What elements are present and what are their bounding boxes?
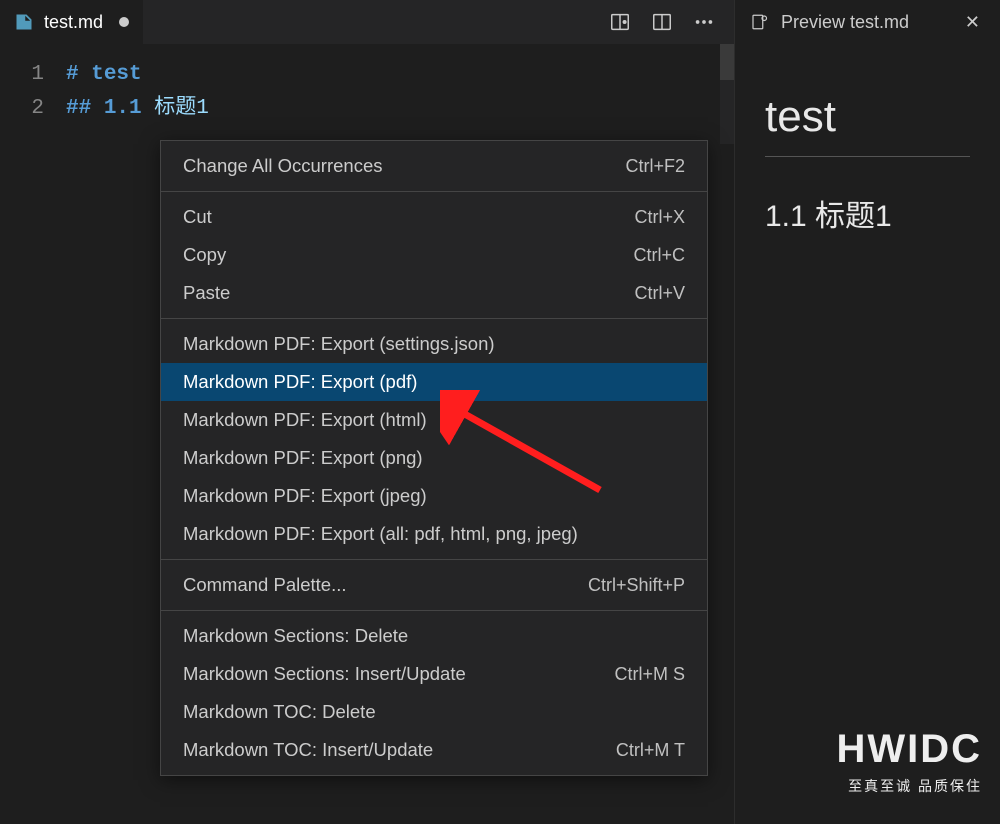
context-menu-shortcut: Ctrl+Shift+P — [588, 575, 685, 596]
line-number: 2 — [0, 92, 44, 126]
context-menu-separator — [161, 610, 707, 611]
context-menu-label: Markdown Sections: Insert/Update — [183, 663, 466, 685]
preview-divider — [765, 156, 970, 157]
watermark: HWIDC 至真至诚 品质保住 — [836, 727, 982, 796]
editor-tab-bar: test.md — [0, 0, 734, 44]
context-menu-item[interactable]: Markdown TOC: Insert/Update Ctrl+M T — [161, 731, 707, 769]
watermark-subtext: 至真至诚 品质保住 — [836, 776, 982, 796]
markdown-preview: test 1.1 标题1 — [735, 44, 1000, 235]
context-menu-item[interactable]: Markdown Sections: Delete — [161, 617, 707, 655]
code-editor[interactable]: 1 2 # test ## 1.1 标题1 — [0, 44, 734, 126]
preview-tab[interactable]: Preview test.md ✕ — [735, 0, 1000, 44]
code-lines: # test ## 1.1 标题1 — [66, 58, 734, 126]
context-menu-label: Cut — [183, 206, 212, 228]
code-line: # test — [66, 58, 734, 92]
context-menu-separator — [161, 191, 707, 192]
context-menu-shortcut: Ctrl+X — [634, 207, 685, 228]
context-menu-label: Change All Occurrences — [183, 155, 383, 177]
context-menu-item[interactable]: Markdown PDF: Export (pdf) — [161, 363, 707, 401]
editor-tab[interactable]: test.md — [0, 0, 143, 44]
minimap-slider[interactable] — [720, 44, 734, 80]
context-menu-item[interactable]: Markdown PDF: Export (jpeg) — [161, 477, 707, 515]
context-menu-item[interactable]: Cut Ctrl+X — [161, 198, 707, 236]
context-menu-label: Markdown PDF: Export (png) — [183, 447, 423, 469]
context-menu-label: Markdown PDF: Export (all: pdf, html, pn… — [183, 523, 578, 545]
markdown-file-icon — [12, 10, 36, 34]
context-menu-shortcut: Ctrl+M S — [614, 664, 685, 685]
context-menu-item[interactable]: Markdown Sections: Insert/Update Ctrl+M S — [161, 655, 707, 693]
preview-pane: Preview test.md ✕ test 1.1 标题1 HWIDC 至真至… — [734, 0, 1000, 824]
split-editor-icon[interactable] — [650, 10, 674, 34]
context-menu-shortcut: Ctrl+V — [634, 283, 685, 304]
context-menu-label: Markdown PDF: Export (pdf) — [183, 371, 417, 393]
preview-tab-bar: Preview test.md ✕ — [735, 0, 1000, 44]
context-menu: Change All Occurrences Ctrl+F2 Cut Ctrl+X Co… — [160, 140, 708, 776]
preview-tab-label: Preview test.md — [781, 12, 909, 33]
preview-h1: test — [765, 92, 970, 142]
context-menu-label: Markdown PDF: Export (settings.json) — [183, 333, 495, 355]
context-menu-item[interactable]: Markdown PDF: Export (html) — [161, 401, 707, 439]
context-menu-item[interactable]: Markdown TOC: Delete — [161, 693, 707, 731]
editor-tab-actions — [608, 10, 734, 34]
context-menu-label: Markdown PDF: Export (html) — [183, 409, 427, 431]
context-menu-label: Copy — [183, 244, 226, 266]
watermark-text: HWIDC — [836, 727, 982, 772]
context-menu-shortcut: Ctrl+M T — [616, 740, 685, 761]
context-menu-shortcut: Ctrl+C — [633, 245, 685, 266]
modified-indicator-icon — [119, 17, 129, 27]
open-preview-side-icon[interactable] — [608, 10, 632, 34]
context-menu-label: Command Palette... — [183, 574, 347, 596]
editor-pane: test.md 1 2 # te — [0, 0, 734, 824]
context-menu-label: Markdown TOC: Insert/Update — [183, 739, 433, 761]
context-menu-label: Paste — [183, 282, 230, 304]
context-menu-item[interactable]: Paste Ctrl+V — [161, 274, 707, 312]
line-number-gutter: 1 2 — [0, 58, 66, 126]
context-menu-separator — [161, 318, 707, 319]
editor-tab-filename: test.md — [44, 12, 103, 33]
context-menu-item[interactable]: Change All Occurrences Ctrl+F2 — [161, 147, 707, 185]
context-menu-label: Markdown Sections: Delete — [183, 625, 408, 647]
context-menu-item[interactable]: Command Palette... Ctrl+Shift+P — [161, 566, 707, 604]
minimap[interactable] — [720, 44, 734, 144]
context-menu-label: Markdown PDF: Export (jpeg) — [183, 485, 427, 507]
preview-h2: 1.1 标题1 — [765, 191, 970, 235]
context-menu-shortcut: Ctrl+F2 — [625, 156, 685, 177]
close-icon[interactable]: ✕ — [959, 12, 986, 33]
preview-file-icon — [747, 10, 771, 34]
context-menu-label: Markdown TOC: Delete — [183, 701, 376, 723]
line-number: 1 — [0, 58, 44, 92]
context-menu-separator — [161, 559, 707, 560]
context-menu-item[interactable]: Markdown PDF: Export (settings.json) — [161, 325, 707, 363]
context-menu-item[interactable]: Markdown PDF: Export (png) — [161, 439, 707, 477]
code-line: ## 1.1 标题1 — [66, 92, 734, 126]
context-menu-item[interactable]: Markdown PDF: Export (all: pdf, html, pn… — [161, 515, 707, 553]
context-menu-item[interactable]: Copy Ctrl+C — [161, 236, 707, 274]
more-actions-icon[interactable] — [692, 10, 716, 34]
